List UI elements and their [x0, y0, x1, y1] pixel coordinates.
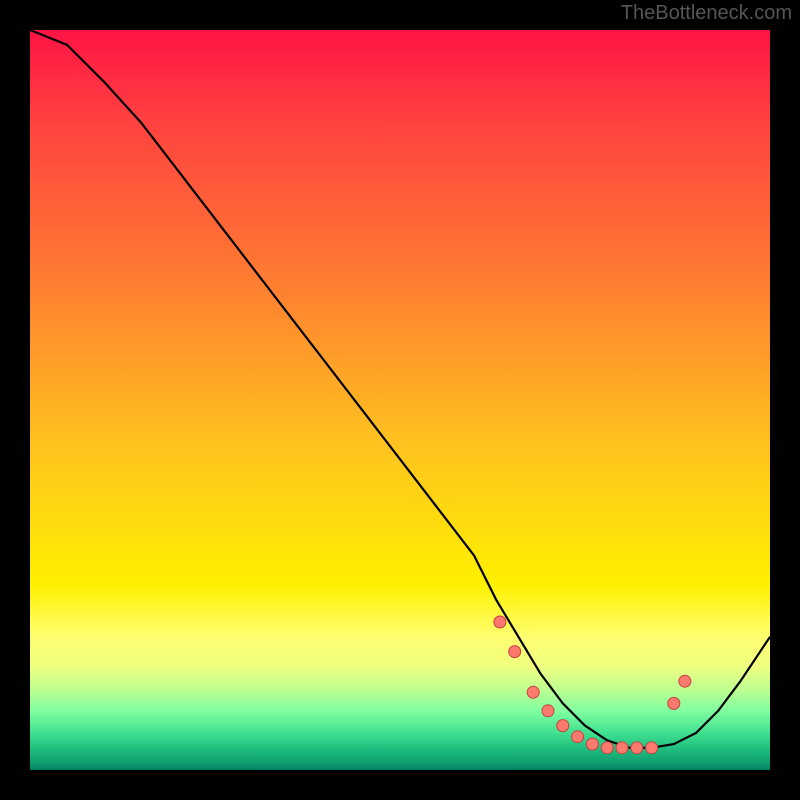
marker-dots: [494, 616, 691, 754]
marker-dot: [679, 675, 691, 687]
chart-container: TheBottleneck.com: [0, 0, 800, 800]
marker-dot: [668, 697, 680, 709]
bottleneck-curve: [30, 30, 770, 748]
attribution-text: TheBottleneck.com: [621, 2, 792, 25]
marker-dot: [601, 742, 613, 754]
marker-dot: [557, 720, 569, 732]
marker-dot: [494, 616, 506, 628]
marker-dot: [527, 686, 539, 698]
marker-dot: [616, 742, 628, 754]
marker-dot: [509, 646, 521, 658]
marker-dot: [542, 705, 554, 717]
marker-dot: [631, 742, 643, 754]
plot-area: [30, 30, 770, 770]
chart-svg: [30, 30, 770, 770]
marker-dot: [572, 731, 584, 743]
marker-dot: [586, 738, 598, 750]
marker-dot: [646, 742, 658, 754]
